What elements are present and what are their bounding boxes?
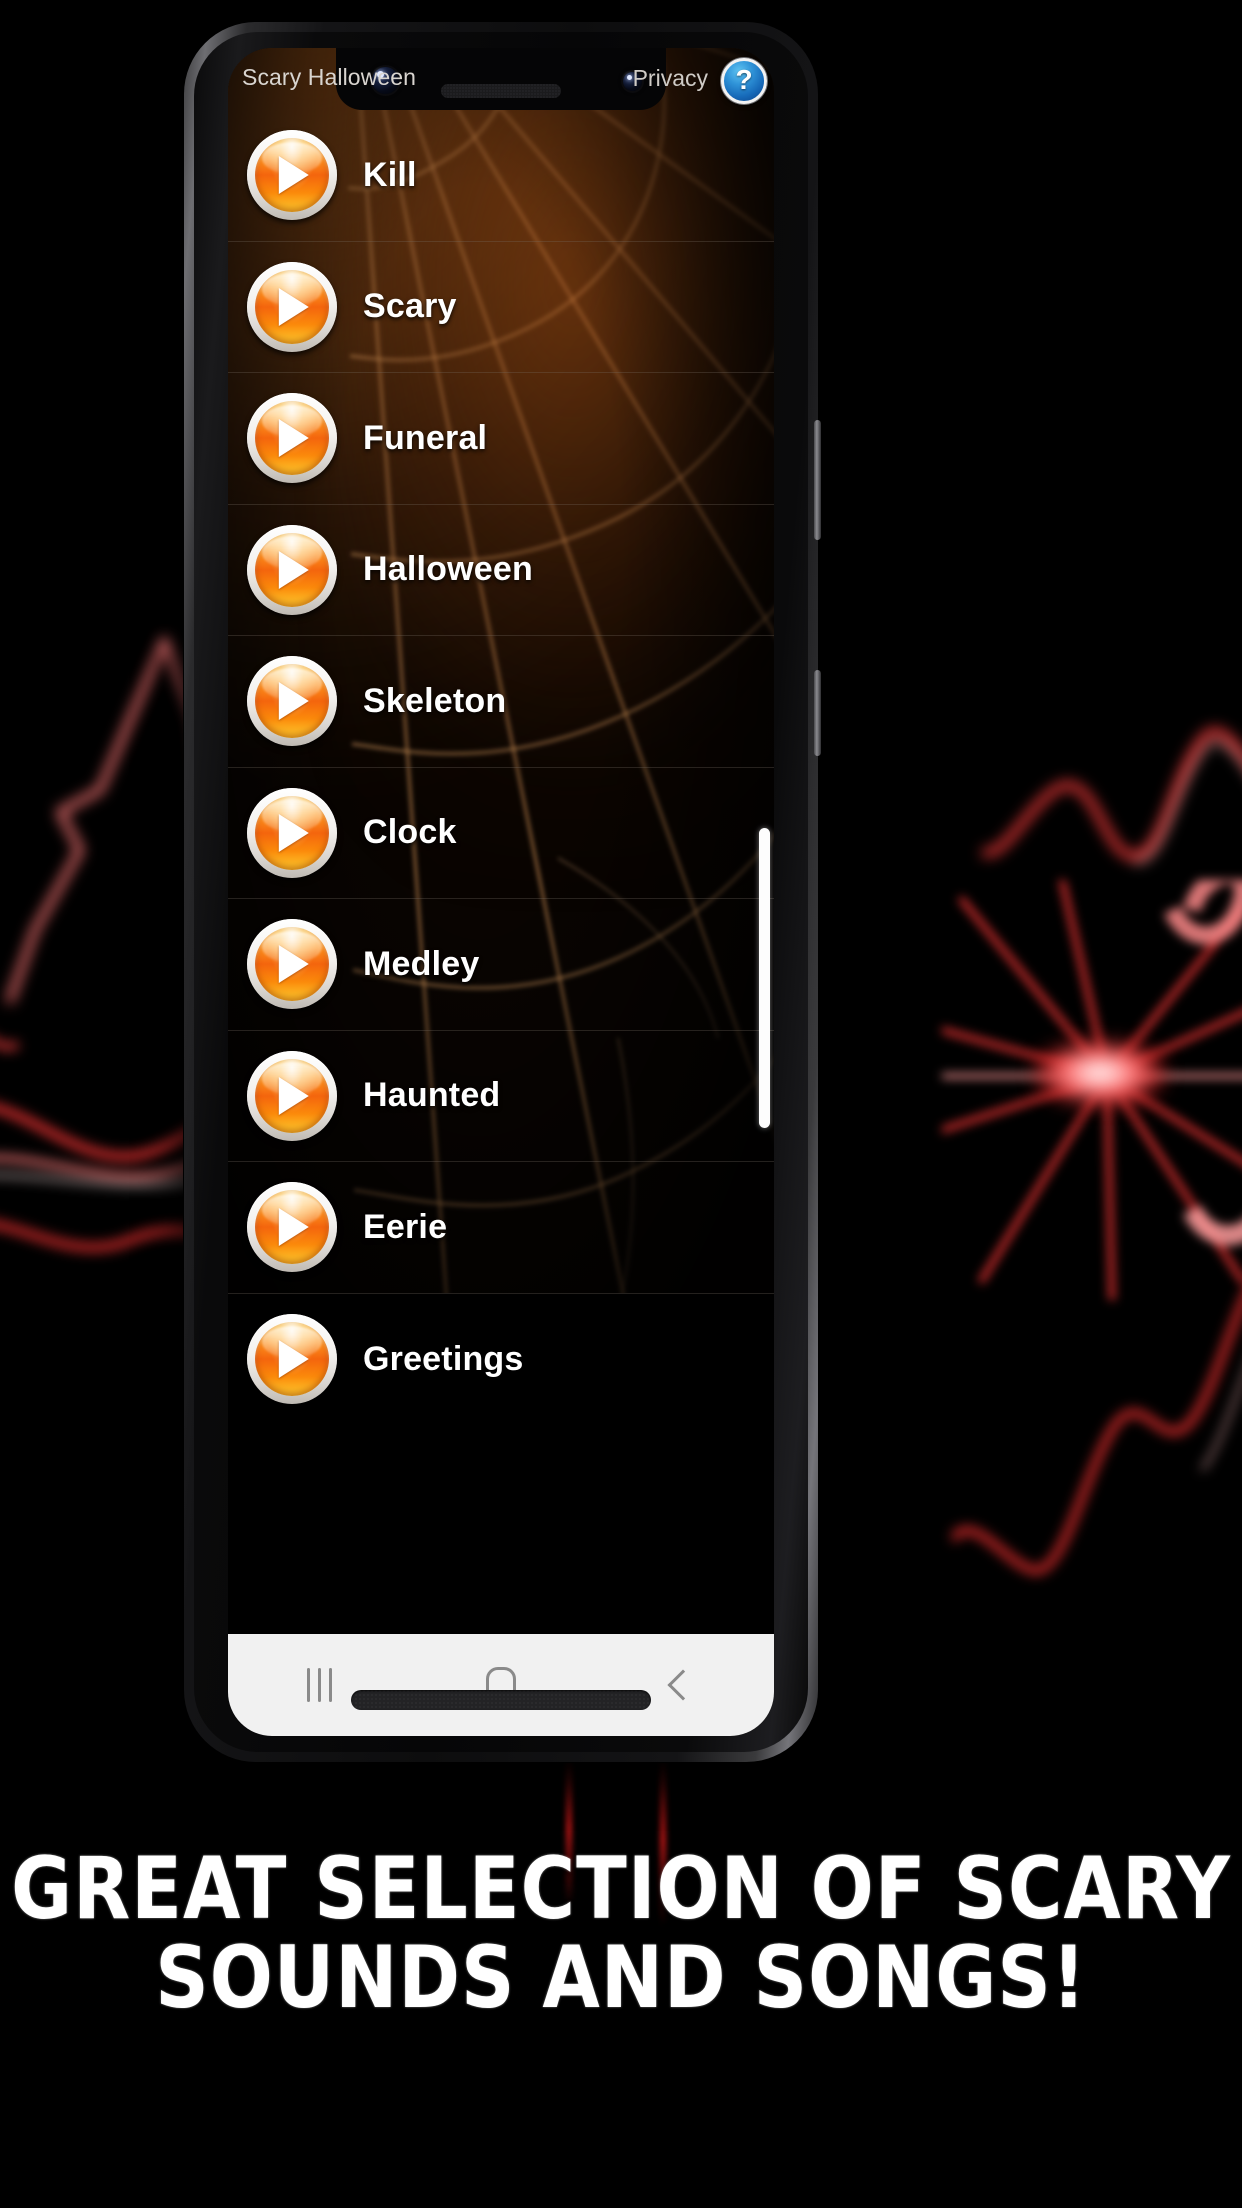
play-triangle-icon: [278, 1340, 309, 1379]
power-button[interactable]: [814, 670, 821, 756]
list-item-label: Medley: [363, 944, 480, 983]
list-item[interactable]: Medley: [228, 899, 774, 1031]
play-triangle-icon: [278, 156, 309, 195]
list-item-label: Skeleton: [363, 681, 507, 720]
page-title: Scary Halloween: [242, 64, 417, 90]
play-button[interactable]: [247, 1314, 337, 1405]
list-item-label: Greetings: [363, 1339, 524, 1378]
volume-button[interactable]: [814, 420, 821, 540]
play-triangle-icon: [278, 550, 309, 589]
privacy-button[interactable]: Privacy: [633, 65, 708, 92]
list-item[interactable]: Halloween: [228, 505, 774, 636]
play-button[interactable]: [247, 1182, 337, 1273]
play-triangle-icon: [278, 1208, 309, 1247]
red-streak-2: [660, 1755, 666, 1925]
list-item-label: Funeral: [363, 418, 488, 457]
list-item-label: Scary: [363, 287, 457, 326]
play-button[interactable]: [247, 656, 337, 747]
list-item[interactable]: Greetings: [228, 1294, 774, 1426]
list-item[interactable]: Eerie: [228, 1162, 774, 1294]
play-triangle-icon: [278, 682, 309, 721]
red-streak-1: [566, 1755, 572, 1905]
bottom-speaker-grille: [351, 1690, 651, 1710]
list-item[interactable]: Haunted: [228, 1031, 774, 1162]
recents-icon: [306, 1668, 332, 1702]
sound-list[interactable]: Kill Scary Funeral Halloween Skeleton Clock Me…: [228, 110, 774, 1405]
phone-device-frame: Scary Halloween Privacy ? Kill Scary Funer…: [184, 22, 821, 1762]
list-item-label: Clock: [363, 813, 457, 852]
play-triangle-icon: [278, 287, 309, 326]
list-item[interactable]: Skeleton: [228, 636, 774, 768]
list-item[interactable]: Clock: [228, 768, 774, 899]
app-top-bar: Scary Halloween Privacy ?: [228, 48, 774, 110]
list-item[interactable]: Funeral: [228, 373, 774, 505]
play-button[interactable]: [247, 787, 337, 878]
play-button[interactable]: [247, 130, 337, 221]
play-button[interactable]: [247, 524, 337, 615]
play-button[interactable]: [247, 261, 337, 352]
play-triangle-icon: [278, 813, 309, 852]
phone-screen: Scary Halloween Privacy ? Kill Scary Funer…: [228, 48, 774, 1736]
app-root: Scary Halloween Privacy ? Kill Scary Funer…: [228, 48, 774, 1736]
list-item[interactable]: Scary: [228, 242, 774, 373]
android-navigation-bar: [228, 1634, 774, 1736]
play-triangle-icon: [278, 419, 309, 458]
play-button[interactable]: [247, 393, 337, 484]
play-triangle-icon: [278, 1076, 309, 1115]
back-chevron-icon: [667, 1669, 699, 1701]
red-waveform-upper-right: [980, 560, 1242, 890]
play-button[interactable]: [247, 919, 337, 1010]
play-button[interactable]: [247, 1050, 337, 1141]
list-scrollbar[interactable]: [759, 828, 770, 1128]
play-triangle-icon: [278, 945, 309, 984]
list-item[interactable]: Kill: [228, 110, 774, 242]
list-item-label: Eerie: [363, 1207, 448, 1246]
list-item-label: Kill: [363, 155, 417, 194]
red-waveform-lower-right: [948, 1180, 1242, 1600]
list-item-label: Halloween: [363, 550, 533, 589]
help-button[interactable]: ?: [721, 58, 767, 104]
list-item-label: Haunted: [363, 1076, 501, 1115]
question-mark-icon: ?: [735, 64, 753, 95]
